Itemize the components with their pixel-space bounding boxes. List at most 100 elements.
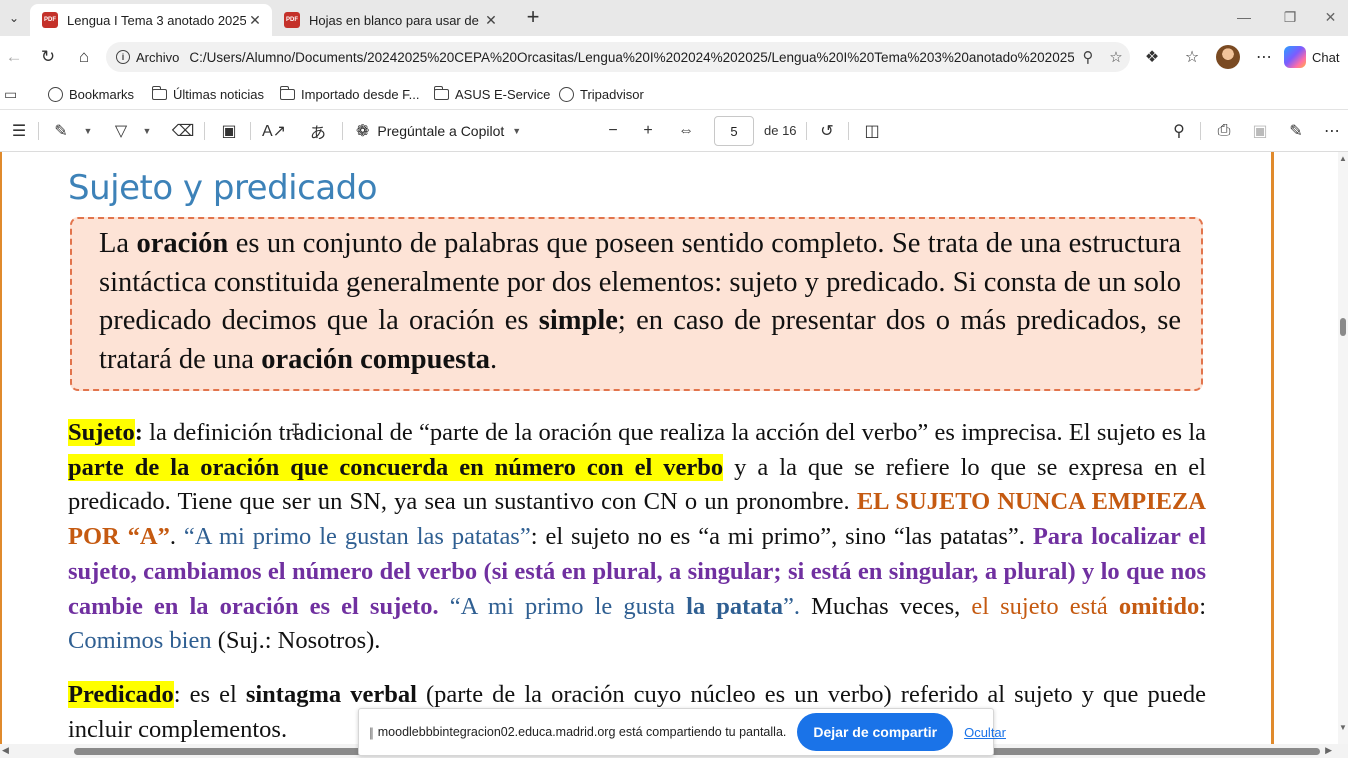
bookmark-tripadvisor[interactable]: Tripadvisor xyxy=(559,84,644,104)
highlighter-icon: ▽ xyxy=(114,123,128,140)
predicado-heading: Predicado xyxy=(68,681,174,708)
close-icon[interactable]: ✕ xyxy=(246,12,264,29)
term-sintagma-verbal: sintagma verbal xyxy=(245,681,417,708)
ask-copilot-button[interactable]: ❁ Pregúntale a Copilot ▼ xyxy=(356,119,521,143)
drag-handle-icon[interactable]: || xyxy=(369,725,374,740)
print-button[interactable]: ⎙ xyxy=(1213,119,1235,143)
more-options-button[interactable]: ⋯ xyxy=(1320,119,1344,143)
contents-button[interactable]: ☰ xyxy=(8,119,30,143)
settings-menu-button[interactable]: ⋯ xyxy=(1250,44,1278,70)
back-button[interactable]: ← xyxy=(0,44,28,70)
save-as-button[interactable]: ✎ xyxy=(1285,119,1307,143)
sujeto-colon: : xyxy=(134,419,143,446)
paragraph-text: Muchas veces, xyxy=(799,592,972,620)
scroll-left-icon[interactable]: ◀ xyxy=(2,745,9,756)
close-window-button[interactable]: ✕ xyxy=(1313,0,1348,34)
tab-lengua-pdf[interactable]: PDF Lengua I Tema 3 anotado 2025.pdf ✕ xyxy=(30,4,272,36)
fit-width-button[interactable]: ⇔ xyxy=(674,119,698,143)
close-icon[interactable]: ✕ xyxy=(482,12,500,29)
toolbar-divider xyxy=(250,122,251,140)
puzzle-icon: ❖ xyxy=(1144,49,1160,66)
tab-hojas-pdf[interactable]: PDF Hojas en blanco para usar de pizarra… xyxy=(272,4,508,36)
bookmark-label: Últimas noticias xyxy=(173,86,265,102)
hide-banner-link[interactable]: Ocultar xyxy=(964,725,1006,740)
pdf-page-view[interactable]: Sujeto y predicado La oración es un conj… xyxy=(0,152,1338,744)
rotate-button[interactable]: ↺ xyxy=(816,119,838,143)
extensions-button[interactable]: ❖ xyxy=(1138,44,1166,70)
sujeto-heading: Sujeto xyxy=(68,419,135,446)
tab-actions-menu[interactable]: ⌄ xyxy=(0,0,28,36)
translate-button[interactable]: あ xyxy=(306,119,330,143)
toolbar-divider xyxy=(1200,122,1201,140)
copilot-icon: ❁ xyxy=(356,123,370,140)
example-subject: la patata xyxy=(686,592,783,620)
sujeto-paragraph: Sujeto: la definición tradicional de “pa… xyxy=(68,416,1206,659)
pdf-icon: PDF xyxy=(284,12,300,28)
save-button[interactable]: ▣ xyxy=(1249,119,1271,143)
zoom-out-button[interactable]: − xyxy=(602,119,624,143)
url-text[interactable]: C:/Users/Alumno/Documents/20242025%20CEP… xyxy=(189,50,1074,65)
text-cursor-icon: I xyxy=(291,420,301,439)
highlighted-text: parte de la oración que concuerda en núm… xyxy=(68,453,724,481)
folder-icon xyxy=(279,85,295,100)
favorites-button[interactable]: ☆ xyxy=(1178,44,1206,70)
tab-title: Lengua I Tema 3 anotado 2025.pdf xyxy=(67,12,246,28)
chevron-down-icon: ▼ xyxy=(83,126,93,136)
save-as-icon: ✎ xyxy=(1289,123,1303,140)
highlight-options-button[interactable]: ▼ xyxy=(141,119,153,143)
page-view-button[interactable]: ◫ xyxy=(861,119,883,143)
read-aloud-button[interactable]: A↗ xyxy=(262,119,286,143)
bookmark-importado[interactable]: Importado desde F... xyxy=(279,84,420,104)
page-total: de 16 xyxy=(764,123,797,138)
minimize-button[interactable]: — xyxy=(1221,0,1267,34)
term-simple: simple xyxy=(538,305,618,336)
info-icon[interactable]: i xyxy=(116,50,130,64)
bookmark-bookmarks[interactable]: Bookmarks xyxy=(48,84,134,104)
example-text: ”. xyxy=(782,592,800,620)
minimize-icon: — xyxy=(1237,9,1251,25)
refresh-button[interactable]: ↻ xyxy=(34,44,62,70)
tab-strip: ⌄ PDF Lengua I Tema 3 anotado 2025.pdf ✕… xyxy=(0,0,1348,36)
scroll-down-icon[interactable]: ▼ xyxy=(1339,723,1347,732)
folder-icon xyxy=(151,85,167,100)
scroll-right-icon[interactable]: ▶ xyxy=(1325,745,1332,756)
bookmark-ultimas-noticias[interactable]: Últimas noticias xyxy=(151,84,265,104)
paragraph-text: . xyxy=(169,523,184,551)
ask-copilot-label: Pregúntale a Copilot xyxy=(377,123,505,139)
scheme-label: Archivo xyxy=(136,49,180,65)
copilot-chat-button[interactable]: Chat xyxy=(1284,44,1339,70)
definition-box: La oración es un conjunto de palabras qu… xyxy=(70,217,1203,391)
new-tab-button[interactable]: + xyxy=(520,6,546,30)
vertical-scrollbar[interactable]: ▲ ▼ xyxy=(1338,152,1348,744)
arrow-left-icon: ← xyxy=(5,47,23,66)
scrollbar-thumb[interactable] xyxy=(1340,318,1346,336)
globe-icon xyxy=(48,86,63,102)
star-icon[interactable]: ☆ xyxy=(1102,48,1130,66)
omitted-text: el sujeto está xyxy=(971,592,1119,620)
home-button[interactable]: ⌂ xyxy=(70,44,98,70)
highlight-button[interactable]: ▽ xyxy=(110,119,132,143)
section-title: Sujeto y predicado xyxy=(68,168,378,208)
more-icon: ⋯ xyxy=(1256,49,1272,66)
example-text: Comimos bien xyxy=(68,627,212,655)
bookmark-label: Importado desde F... xyxy=(301,86,420,102)
reading-view-button[interactable]: ▭ xyxy=(4,84,17,104)
address-bar[interactable]: i Archivo C:/Users/Alumno/Documents/2024… xyxy=(106,42,1130,72)
erase-button[interactable]: ⌫ xyxy=(172,119,195,143)
pdf-toolbar: ☰ ✎ ▼ ▽ ▼ ⌫ ▣ A↗ あ ❁ Pregúntale a Copilo… xyxy=(0,110,1348,152)
bookmarks-bar: ▭ Bookmarks Últimas noticias Importado d… xyxy=(0,78,1348,110)
stop-sharing-button[interactable]: Dejar de compartir xyxy=(797,713,954,751)
zoom-in-button[interactable]: + xyxy=(637,119,659,143)
draw-button[interactable]: ✎ xyxy=(50,119,72,143)
page-number-input[interactable]: 5 xyxy=(714,116,754,146)
pen-icon: ✎ xyxy=(54,123,68,140)
draw-options-button[interactable]: ▼ xyxy=(82,119,94,143)
avatar[interactable] xyxy=(1216,45,1240,69)
share-message: moodlebbbintegracion02.educa.madrid.org … xyxy=(377,725,787,739)
add-text-button[interactable]: ▣ xyxy=(218,119,240,143)
bookmark-asus[interactable]: ASUS E-Service xyxy=(433,84,550,104)
scroll-up-icon[interactable]: ▲ xyxy=(1339,154,1347,163)
zoom-icon[interactable]: ⚲ xyxy=(1074,48,1102,66)
restore-button[interactable]: ❐ xyxy=(1267,0,1313,34)
search-button[interactable]: ⚲ xyxy=(1168,119,1190,143)
